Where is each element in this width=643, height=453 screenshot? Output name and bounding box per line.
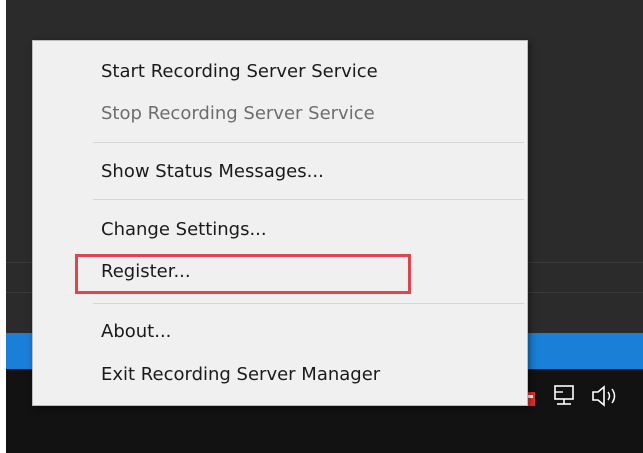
register-highlight-box (75, 254, 411, 294)
menu-separator (93, 199, 524, 200)
network-icon[interactable] (551, 383, 577, 409)
menu-item-about[interactable]: About... (101, 321, 171, 343)
volume-icon[interactable] (590, 383, 620, 409)
menu-item-start-service[interactable]: Start Recording Server Service (101, 61, 378, 83)
menu-item-exit[interactable]: Exit Recording Server Manager (101, 364, 380, 386)
menu-separator (93, 142, 524, 143)
menu-item-stop-service[interactable]: Stop Recording Server Service (101, 103, 375, 125)
menu-separator (93, 303, 524, 304)
menu-item-change-settings[interactable]: Change Settings... (101, 219, 267, 241)
context-menu: Start Recording Server Service Stop Reco… (32, 40, 528, 406)
menu-item-show-status-messages[interactable]: Show Status Messages... (101, 161, 324, 183)
